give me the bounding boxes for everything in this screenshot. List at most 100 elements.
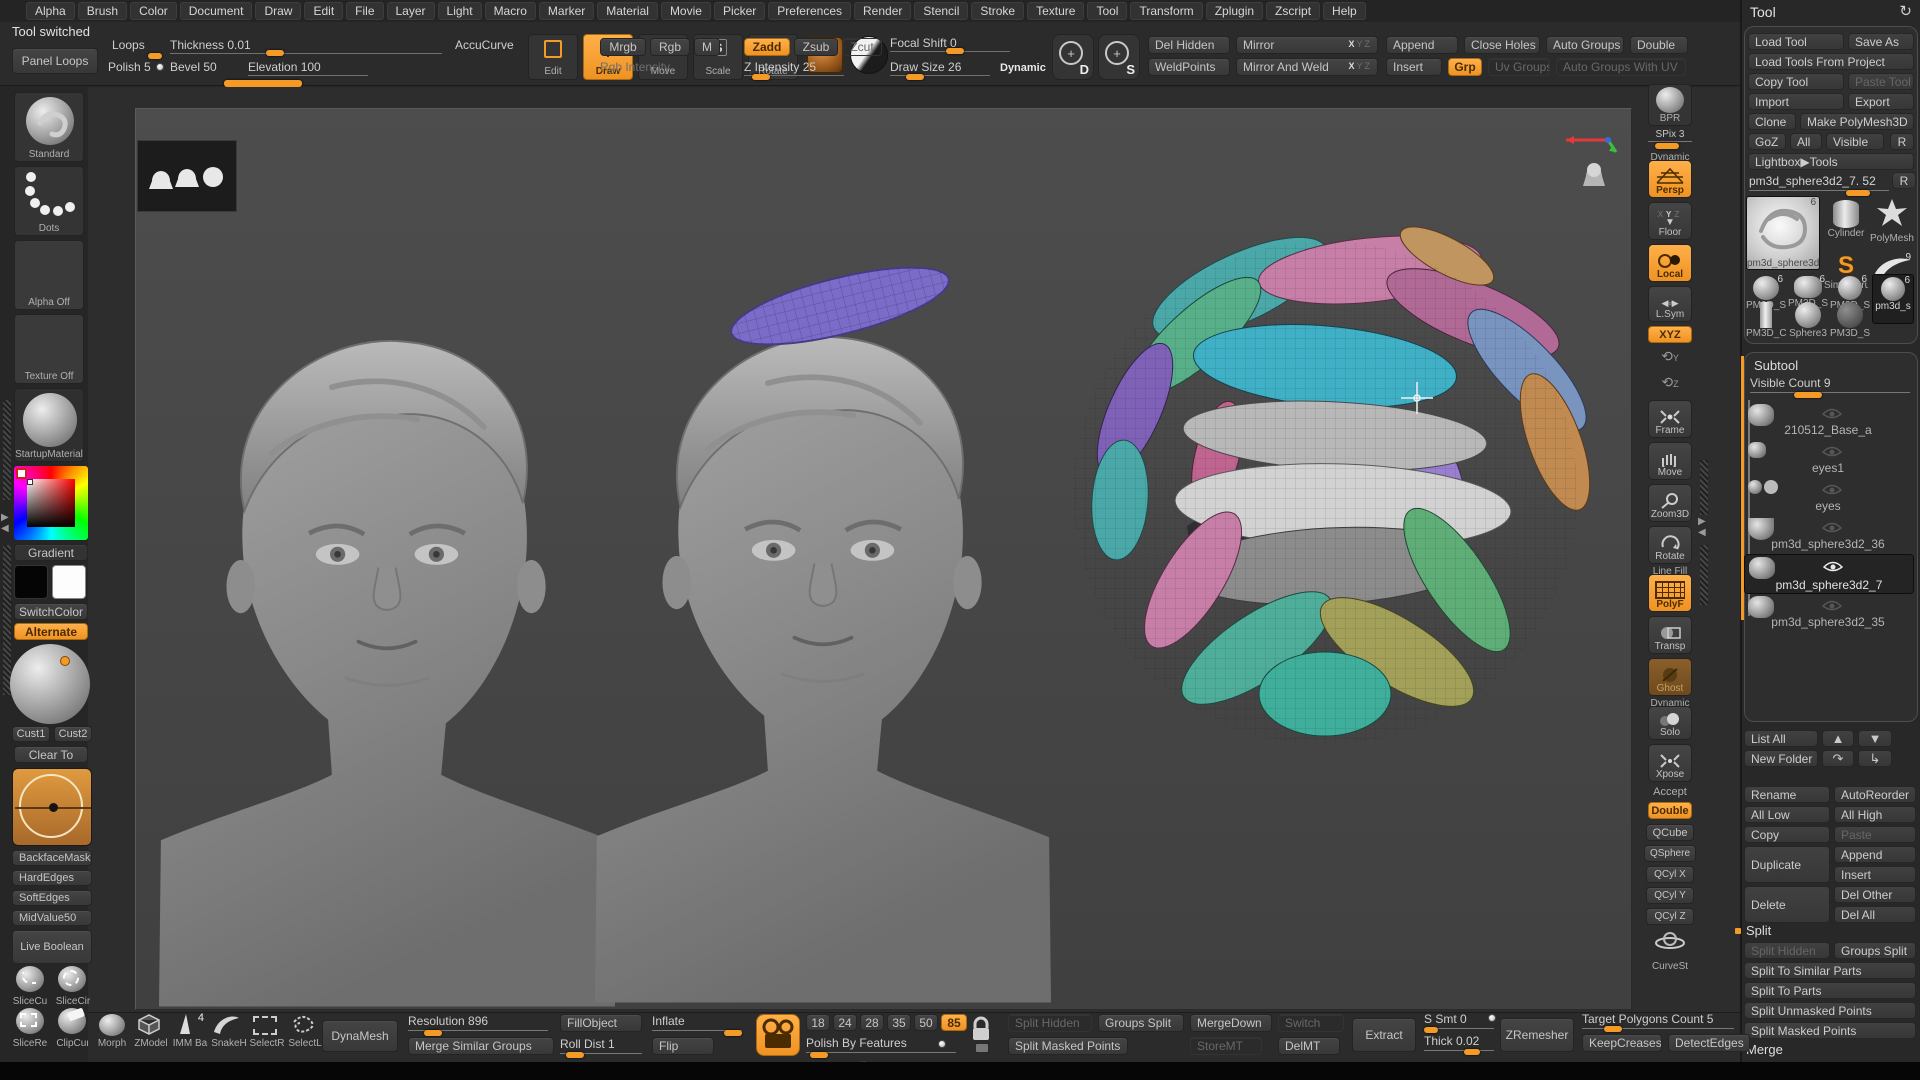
restore-icon[interactable]: ↻ xyxy=(1899,2,1912,20)
delete-button[interactable]: Delete xyxy=(1744,886,1830,923)
menu-help[interactable]: Help xyxy=(1323,2,1366,20)
roll-dist-slider-handle[interactable] xyxy=(566,1052,584,1058)
slicecu-brush[interactable] xyxy=(12,966,50,996)
material-picker[interactable]: StartupMaterial xyxy=(14,388,84,462)
bevel-slider[interactable]: Bevel 50 xyxy=(170,60,217,74)
mrgb-button[interactable]: Mrgb xyxy=(600,38,646,56)
clear-to-button[interactable]: Clear To xyxy=(14,746,88,763)
backfacemask-button[interactable]: BackfaceMask xyxy=(12,850,92,866)
size-50-button[interactable]: 50 xyxy=(914,1014,938,1031)
s-smt-radio[interactable] xyxy=(1488,1014,1496,1022)
menu-stroke[interactable]: Stroke xyxy=(971,2,1024,20)
zoom3d-button[interactable]: Zoom3D xyxy=(1648,484,1692,522)
double-button[interactable]: Double xyxy=(1630,36,1688,54)
inflate-slider[interactable]: Inflate xyxy=(652,1014,742,1031)
qcube-button[interactable]: QCube xyxy=(1646,824,1694,841)
sidebar-divider-hatch-bottom[interactable] xyxy=(3,545,11,695)
ghost-button[interactable]: Ghost xyxy=(1648,658,1692,696)
all-button[interactable]: All xyxy=(1790,133,1822,150)
draw-size-track[interactable] xyxy=(890,66,990,76)
menu-movie[interactable]: Movie xyxy=(661,2,711,20)
sidebar-divider-hatch-top[interactable] xyxy=(3,400,11,500)
alternate-button[interactable]: Alternate xyxy=(14,623,88,640)
close-holes-button[interactable]: Close Holes xyxy=(1464,36,1540,54)
active-tool-r-button[interactable]: R xyxy=(1892,172,1916,189)
focal-shift-slider-handle[interactable] xyxy=(946,48,964,54)
panel-loops-button[interactable]: Panel Loops xyxy=(12,48,98,74)
shelf-divider-hatch-bottom[interactable] xyxy=(1700,545,1708,605)
merge-similar-groups-button[interactable]: Merge Similar Groups xyxy=(408,1037,554,1055)
selectlasso-brush-thumb[interactable] xyxy=(288,1012,318,1036)
size-24-button[interactable]: 24 xyxy=(833,1014,857,1031)
split-hidden-button[interactable]: Split Hidden xyxy=(1744,942,1830,959)
persp-button[interactable]: Persp xyxy=(1648,160,1692,198)
menu-document[interactable]: Document xyxy=(180,2,253,20)
menu-light[interactable]: Light xyxy=(438,2,482,20)
weldpoints-button[interactable]: WeldPoints xyxy=(1148,58,1230,76)
local-button[interactable]: Local xyxy=(1648,244,1692,282)
move-up-button[interactable]: ▲ xyxy=(1822,730,1854,747)
elevation-track[interactable] xyxy=(248,66,368,76)
subtool-item-sphere35[interactable]: pm3d_sphere3d2_35 xyxy=(1744,594,1912,630)
curvest-button[interactable]: CurveSt xyxy=(1648,930,1692,974)
subtool-item-eyes1[interactable]: eyes1 xyxy=(1744,440,1912,476)
mirror-button[interactable]: Mirror XYZ xyxy=(1236,36,1378,54)
elevation-slider-handle[interactable] xyxy=(224,80,302,87)
active-tool-thumbnail[interactable]: 6 pm3d_sphere3d xyxy=(1746,196,1820,270)
alpha-picker[interactable]: Alpha Off xyxy=(14,240,84,310)
camera-head-icon[interactable] xyxy=(1576,158,1610,198)
make-polymesh3d-button[interactable]: Make PolyMesh3D xyxy=(1800,113,1914,130)
duplicate-button[interactable]: Duplicate xyxy=(1744,846,1830,883)
menu-edit[interactable]: Edit xyxy=(304,2,343,20)
color-picker[interactable] xyxy=(14,466,88,540)
menu-zplugin[interactable]: Zplugin xyxy=(1206,2,1263,20)
slicecir-brush[interactable] xyxy=(54,966,92,996)
xyz-button[interactable]: XYZ xyxy=(1648,326,1692,343)
del-all-button[interactable]: Del All xyxy=(1834,906,1916,923)
bpr-button[interactable]: BPR xyxy=(1648,84,1692,126)
menu-transform[interactable]: Transform xyxy=(1130,2,1202,20)
menu-alpha[interactable]: Alpha xyxy=(26,2,75,20)
rotate-camera-button[interactable]: Rotate xyxy=(1648,526,1692,564)
dynamesh-button[interactable]: DynaMesh xyxy=(322,1020,398,1052)
mergedown-button[interactable]: MergeDown xyxy=(1190,1014,1272,1032)
groups-split-button[interactable]: Groups Split xyxy=(1834,942,1916,959)
fillobject-button[interactable]: FillObject xyxy=(560,1014,642,1032)
resolution-slider-handle[interactable] xyxy=(424,1030,442,1036)
all-low-button[interactable]: All Low xyxy=(1744,806,1830,823)
del-hidden-button[interactable]: Del Hidden xyxy=(1148,36,1230,54)
spix-slider-handle[interactable] xyxy=(1655,143,1679,149)
split-masked-points-bottom-button[interactable]: Split Masked Points xyxy=(1008,1037,1128,1055)
subtool-item-sphere7-selected[interactable]: pm3d_sphere3d2_7 xyxy=(1744,554,1914,594)
rgb-intensity-slider[interactable]: Rgb Intensity xyxy=(600,60,670,74)
zadd-button[interactable]: Zadd xyxy=(744,38,790,56)
spix-slider[interactable]: SPix 3 xyxy=(1648,129,1692,142)
switchcolor-button[interactable]: SwitchColor xyxy=(14,603,88,620)
list-all-button[interactable]: List All xyxy=(1744,730,1818,747)
active-tool-slider[interactable]: pm3d_sphere3d2_7. 52 xyxy=(1749,174,1889,191)
shelf-divider-arrows[interactable]: ▶◀ xyxy=(1698,516,1706,538)
move-down-button[interactable]: ▼ xyxy=(1858,730,1892,747)
polish-slider[interactable]: Polish 5 xyxy=(108,60,151,74)
detectedges-button[interactable]: DetectEdges xyxy=(1668,1034,1750,1052)
movie-record-button[interactable] xyxy=(756,1014,800,1056)
color-preview-sphere[interactable] xyxy=(10,644,90,724)
texture-picker[interactable]: Texture Off xyxy=(14,314,84,384)
floor-button[interactable]: XYZ ▼ Floor xyxy=(1648,202,1692,240)
menu-material[interactable]: Material xyxy=(597,2,658,20)
mirror-axis-icons[interactable]: XYZ xyxy=(1348,39,1372,49)
midvalue50-button[interactable]: MidValue50 xyxy=(12,910,92,926)
thickness-track[interactable] xyxy=(170,44,442,54)
paste-tool-button[interactable]: Paste Tool xyxy=(1848,73,1914,90)
dynamic-label[interactable]: Dynamic xyxy=(1000,62,1046,74)
move-to-bottom-button[interactable]: ↳ xyxy=(1858,750,1892,767)
z-intensity-slider-handle[interactable] xyxy=(752,74,770,80)
stroke-picker[interactable]: Dots xyxy=(14,166,84,236)
split-to-similar-parts-button[interactable]: Split To Similar Parts xyxy=(1744,962,1916,979)
extract-button[interactable]: Extract xyxy=(1352,1018,1416,1052)
switch-button[interactable]: Switch xyxy=(1278,1014,1344,1032)
split-to-parts-button[interactable]: Split To Parts xyxy=(1744,982,1916,999)
morph-brush-thumb[interactable] xyxy=(96,1014,128,1036)
eye-icon[interactable] xyxy=(1822,522,1842,534)
imm-brush-thumb[interactable]: 4 xyxy=(172,1012,204,1036)
